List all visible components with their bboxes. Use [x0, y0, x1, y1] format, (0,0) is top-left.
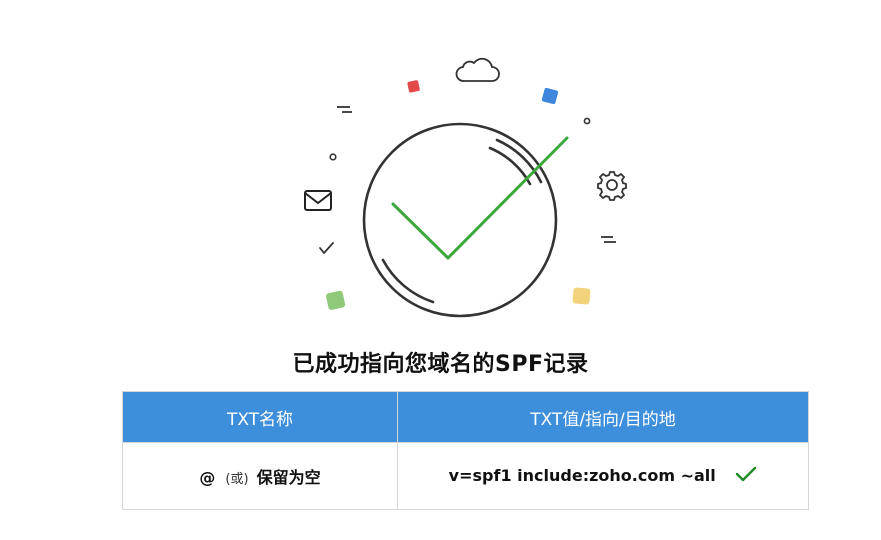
check-circle-icon: [304, 57, 627, 318]
table-header-row: TXT名称 TXT值/指向/目的地: [122, 391, 809, 443]
column-header-name: TXT名称: [122, 391, 398, 443]
txt-value-cell: v=spf1 include:zoho.com ~all: [397, 442, 809, 510]
small-check-icon: [319, 242, 334, 254]
column-header-value: TXT值/指向/目的地: [397, 391, 809, 443]
envelope-icon: [304, 190, 332, 211]
verified-check-icon: [735, 466, 757, 486]
spf-record-table: TXT名称 TXT值/指向/目的地 @ (或) 保留为空 v=spf1 includ…: [122, 391, 809, 510]
table-row: @ (或) 保留为空 v=spf1 include:zoho.com ~all: [122, 442, 809, 510]
leave-empty-text: 保留为空: [256, 468, 321, 487]
txt-name-cell: @ (或) 保留为空: [122, 442, 398, 510]
spf-value-text[interactable]: v=spf1 include:zoho.com ~all: [449, 466, 716, 485]
cloud-icon: [455, 57, 500, 82]
or-label: (或): [225, 472, 249, 487]
success-title: 已成功指向您域名的SPF记录: [292, 352, 589, 377]
gear-icon: [597, 171, 627, 201]
at-symbol: @: [199, 468, 216, 487]
success-illustration: [290, 50, 640, 335]
